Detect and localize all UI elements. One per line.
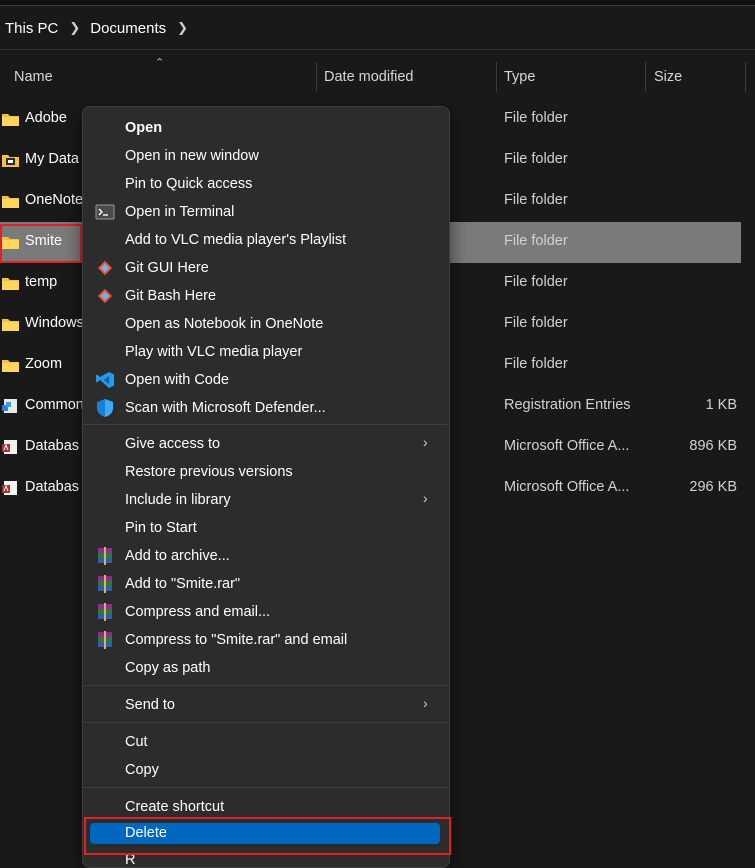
menu-separator	[83, 787, 447, 788]
folder-icon	[2, 319, 19, 331]
winrar-icon	[98, 603, 112, 621]
toolbar-divider	[0, 49, 755, 50]
registry-file-icon	[2, 399, 17, 413]
breadcrumb-documents[interactable]: Documents	[90, 20, 166, 37]
git-icon	[97, 288, 113, 304]
file-name: Adobe	[25, 110, 67, 126]
menu-item-create-shortcut[interactable]: Create shortcut	[125, 797, 224, 817]
chevron-right-icon[interactable]: ❯	[69, 20, 80, 36]
annotation-highlight-box	[0, 224, 82, 263]
file-size: 296 KB	[689, 479, 737, 495]
column-type[interactable]: Type	[504, 62, 535, 92]
file-type: File folder	[504, 192, 568, 208]
file-type: Microsoft Office A...	[504, 438, 630, 454]
file-size: 896 KB	[689, 438, 737, 454]
column-date-modified[interactable]: Date modified	[324, 62, 413, 92]
winrar-icon	[98, 631, 112, 649]
folder-icon	[2, 114, 19, 126]
file-type: File folder	[504, 356, 568, 372]
sort-ascending-icon: ⌃	[155, 57, 165, 69]
file-type: File folder	[504, 151, 568, 167]
terminal-icon	[95, 204, 115, 220]
column-divider[interactable]	[645, 62, 646, 92]
chevron-right-icon: ›	[423, 434, 428, 450]
file-type: Registration Entries	[504, 397, 631, 413]
file-name: Databas	[25, 438, 80, 454]
file-name: Common	[25, 397, 84, 413]
menu-separator	[83, 722, 447, 723]
file-name: Databas	[25, 479, 80, 495]
access-file-icon	[2, 440, 17, 454]
breadcrumb: This PC ❯ Documents ❯	[5, 18, 198, 38]
file-name: My Data	[25, 151, 79, 167]
column-divider[interactable]	[745, 62, 746, 92]
menu-item-pin-quick-access[interactable]: Pin to Quick access	[125, 174, 252, 194]
menu-separator	[83, 424, 447, 425]
column-name[interactable]: Name	[14, 62, 53, 92]
git-icon	[97, 260, 113, 276]
file-type: File folder	[504, 233, 568, 249]
menu-item-git-gui[interactable]: Git GUI Here	[125, 258, 209, 278]
folder-icon	[2, 360, 19, 372]
menu-item-compress-smite-email[interactable]: Compress to "Smite.rar" and email	[125, 630, 347, 650]
menu-item-compress-email[interactable]: Compress and email...	[125, 602, 270, 622]
file-size: 1 KB	[705, 397, 737, 413]
column-size[interactable]: Size	[654, 62, 682, 92]
menu-item-restore-versions[interactable]: Restore previous versions	[125, 462, 293, 482]
menu-item-copy[interactable]: Copy	[125, 760, 159, 780]
chevron-right-icon[interactable]: ❯	[177, 20, 188, 36]
column-divider[interactable]	[316, 62, 317, 92]
menu-item-open-new-window[interactable]: Open in new window	[125, 146, 259, 166]
file-name: temp	[25, 274, 58, 290]
file-type: File folder	[504, 315, 568, 331]
menu-item-cut[interactable]: Cut	[125, 732, 148, 752]
special-folder-icon	[2, 155, 19, 167]
menu-separator	[83, 685, 447, 686]
annotation-highlight-box	[84, 817, 451, 855]
breadcrumb-this-pc[interactable]: This PC	[5, 20, 58, 37]
top-divider	[0, 5, 755, 6]
menu-item-defender-scan[interactable]: Scan with Microsoft Defender...	[125, 398, 326, 418]
file-name: Windows	[25, 315, 84, 331]
file-name: OneNote	[25, 192, 84, 208]
menu-item-git-bash[interactable]: Git Bash Here	[125, 286, 216, 306]
menu-item-copy-path[interactable]: Copy as path	[125, 658, 210, 678]
file-type: File folder	[504, 110, 568, 126]
context-menu: Open Open in new window Pin to Quick acc…	[82, 106, 450, 868]
menu-item-vlc-playlist[interactable]: Add to VLC media player's Playlist	[125, 230, 346, 250]
chevron-right-icon: ›	[423, 695, 428, 711]
file-type: File folder	[504, 274, 568, 290]
defender-shield-icon	[97, 399, 113, 417]
menu-item-open-code[interactable]: Open with Code	[125, 370, 229, 390]
menu-item-play-vlc[interactable]: Play with VLC media player	[125, 342, 302, 362]
menu-item-open[interactable]: Open	[125, 118, 162, 138]
menu-item-pin-start[interactable]: Pin to Start	[125, 518, 197, 538]
winrar-icon	[98, 575, 112, 593]
folder-icon	[2, 196, 19, 208]
menu-item-onenote-notebook[interactable]: Open as Notebook in OneNote	[125, 314, 323, 334]
folder-icon	[2, 278, 19, 290]
vscode-icon	[96, 372, 114, 388]
menu-item-open-terminal[interactable]: Open in Terminal	[125, 202, 234, 222]
column-header: ⌃ Name Date modified Type Size	[0, 57, 755, 92]
chevron-right-icon: ›	[423, 490, 428, 506]
file-type: Microsoft Office A...	[504, 479, 630, 495]
file-name: Zoom	[25, 356, 63, 372]
access-file-icon	[2, 481, 17, 495]
menu-item-include-library[interactable]: Include in library	[125, 490, 231, 510]
menu-item-send-to[interactable]: Send to	[125, 695, 175, 715]
menu-item-give-access[interactable]: Give access to	[125, 434, 220, 454]
winrar-icon	[98, 547, 112, 565]
menu-item-add-archive[interactable]: Add to archive...	[125, 546, 230, 566]
menu-item-add-smite-rar[interactable]: Add to "Smite.rar"	[125, 574, 240, 594]
column-divider[interactable]	[496, 62, 497, 92]
